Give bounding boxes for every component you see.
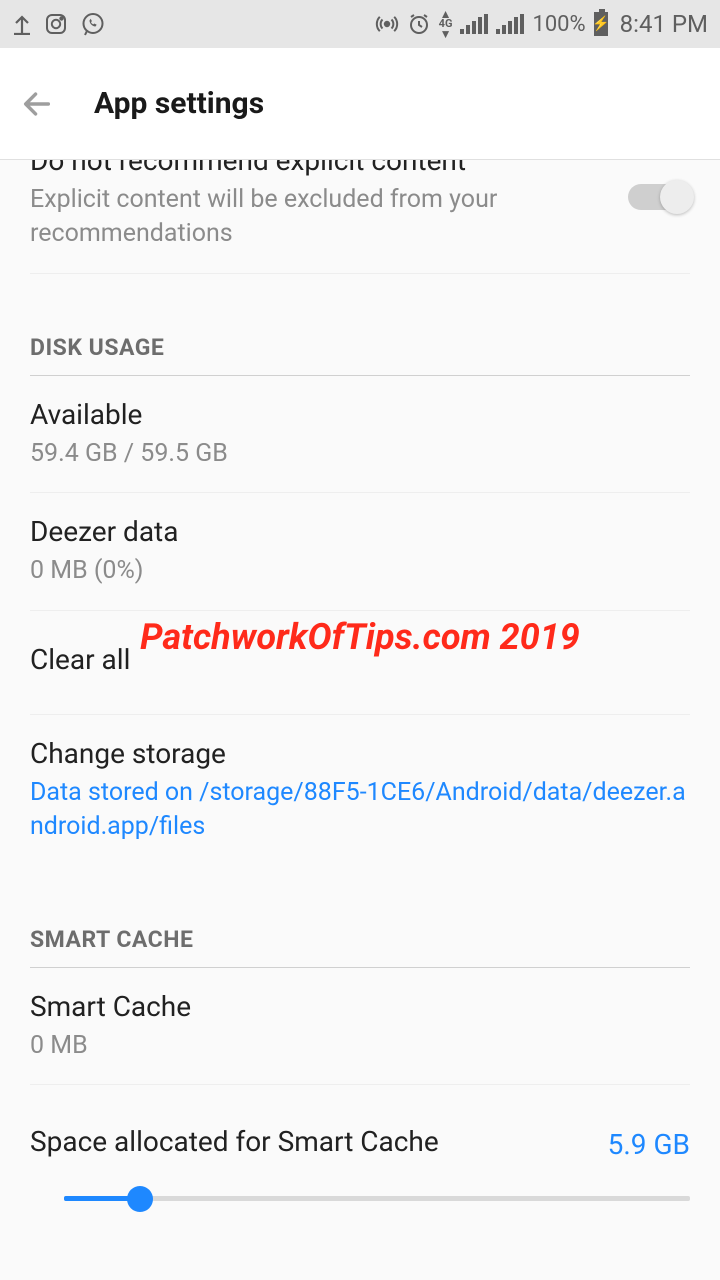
- deezer-data-row[interactable]: Deezer data 0 MB (0%): [30, 493, 690, 611]
- available-row[interactable]: Available 59.4 GB / 59.5 GB: [30, 376, 690, 494]
- clock-time: 8:41 PM: [620, 10, 708, 38]
- upload-icon: [12, 13, 32, 35]
- slider-track: [64, 1196, 690, 1201]
- explicit-content-row[interactable]: Do not recommend explicit content Explic…: [30, 160, 690, 274]
- status-left-icons: [12, 11, 106, 37]
- section-smart-cache: SMART CACHE: [30, 926, 690, 968]
- change-storage-title: Change storage: [30, 737, 690, 770]
- toggle-knob: [660, 180, 694, 214]
- smart-cache-slider[interactable]: [64, 1178, 690, 1218]
- explicit-toggle[interactable]: [628, 184, 690, 210]
- space-allocated-row[interactable]: Space allocated for Smart Cache 5.9 GB: [30, 1085, 690, 1240]
- signal-bars-icon-1: [460, 14, 488, 34]
- back-arrow-icon[interactable]: [20, 87, 54, 121]
- available-value: 59.4 GB / 59.5 GB: [30, 437, 690, 471]
- change-storage-row[interactable]: Change storage Data stored on /storage/8…: [30, 715, 690, 866]
- section-disk-usage: DISK USAGE: [30, 334, 690, 376]
- explicit-subtitle: Explicit content will be excluded from y…: [30, 183, 598, 251]
- clear-all-row[interactable]: Clear all: [30, 611, 690, 715]
- app-bar: App settings: [0, 48, 720, 160]
- smart-cache-title: Smart Cache: [30, 990, 690, 1023]
- smart-cache-row[interactable]: Smart Cache 0 MB: [30, 968, 690, 1086]
- clear-all-title: Clear all: [30, 643, 690, 676]
- settings-content[interactable]: Do not recommend explicit content Explic…: [0, 160, 720, 1280]
- battery-icon: ⚡: [594, 12, 608, 36]
- alarm-icon: [407, 12, 431, 36]
- deezer-data-title: Deezer data: [30, 515, 690, 548]
- deezer-data-value: 0 MB (0%): [30, 554, 690, 588]
- instagram-icon: [44, 12, 68, 36]
- smart-cache-value: 0 MB: [30, 1029, 690, 1063]
- page-title: App settings: [94, 86, 264, 121]
- available-title: Available: [30, 398, 690, 431]
- battery-percentage: 100%: [532, 12, 585, 37]
- space-allocated-title: Space allocated for Smart Cache: [30, 1125, 439, 1158]
- space-allocated-value: 5.9 GB: [608, 1128, 690, 1161]
- hotspot-icon: [375, 12, 399, 36]
- storage-path: Data stored on /storage/88F5-1CE6/Androi…: [30, 776, 690, 844]
- slider-thumb[interactable]: [127, 1186, 153, 1212]
- signal-bars-icon-2: [496, 14, 524, 34]
- mobile-data-4g-icon: ▲ 4G ▼: [439, 9, 453, 39]
- status-right-icons: ▲ 4G ▼ 100% ⚡ 8:41 PM: [375, 9, 708, 39]
- android-status-bar: ▲ 4G ▼ 100% ⚡ 8:41 PM: [0, 0, 720, 48]
- explicit-title: Do not recommend explicit content: [30, 160, 598, 177]
- whatsapp-icon: [80, 11, 106, 37]
